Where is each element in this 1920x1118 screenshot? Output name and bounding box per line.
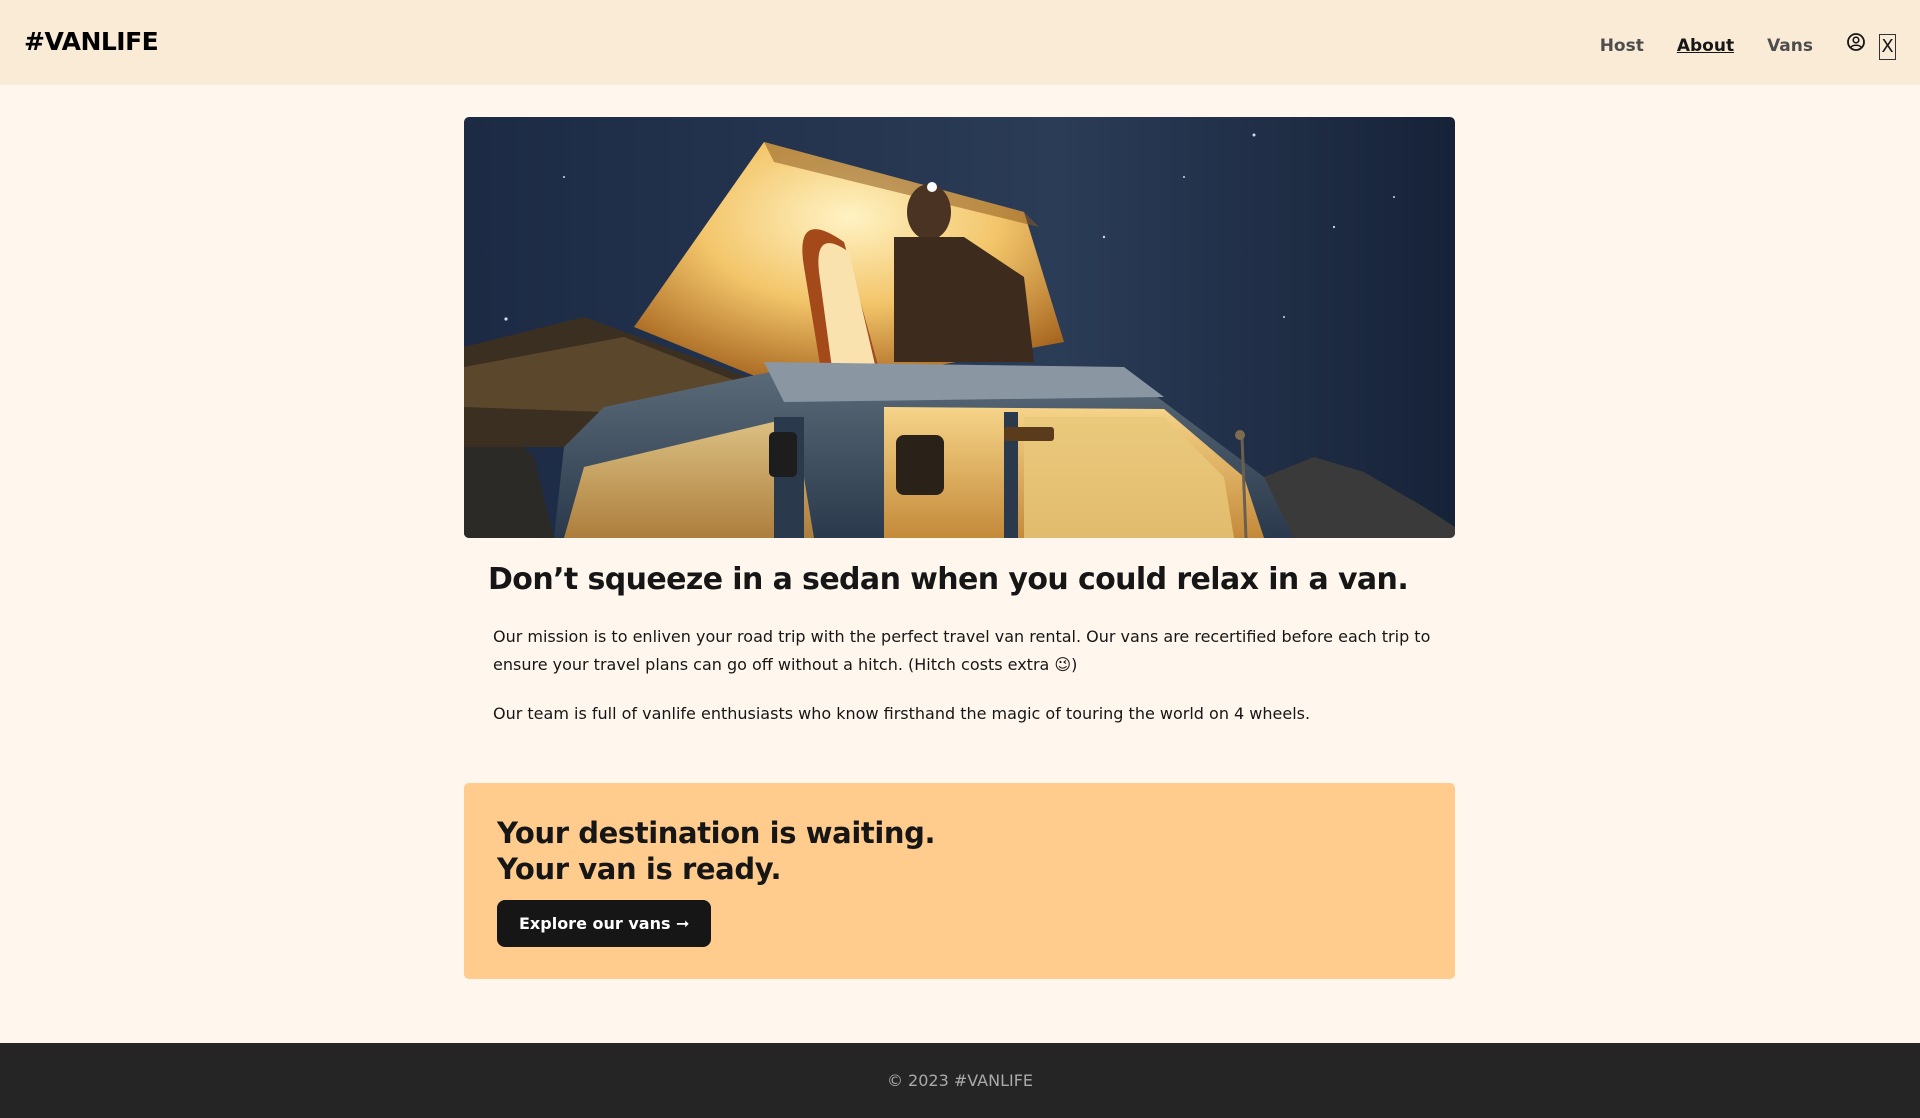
user-circle-icon[interactable] [1846,32,1866,52]
site-logo[interactable]: #VANLIFE [24,27,159,56]
cta-title-line-2: Your van is ready. [497,852,782,886]
site-footer: © 2023 #VANLIFE [0,1043,1920,1118]
nav-link-about[interactable]: About [1677,36,1734,56]
close-button[interactable]: X [1879,33,1896,60]
cta-title-line-1: Your destination is waiting. [497,816,936,850]
cta-banner: Your destination is waiting. Your van is… [464,783,1455,979]
nav-link-host[interactable]: Host [1600,36,1644,56]
site-header: #VANLIFE Host About Vans X [0,0,1920,85]
page-headline: Don’t squeeze in a sedan when you could … [488,562,1409,597]
explore-vans-button[interactable]: Explore our vans ➞ [497,900,712,947]
main-nav: Host About Vans X [1600,32,1896,60]
team-paragraph: Our team is full of vanlife enthusiasts … [493,704,1311,723]
mission-paragraph: Our mission is to enliven your road trip… [493,627,1431,674]
nav-link-vans[interactable]: Vans [1767,36,1813,56]
hero-image [464,117,1455,538]
footer-copyright: © 2023 #VANLIFE [886,1071,1034,1090]
van-at-night-image [464,117,1455,538]
